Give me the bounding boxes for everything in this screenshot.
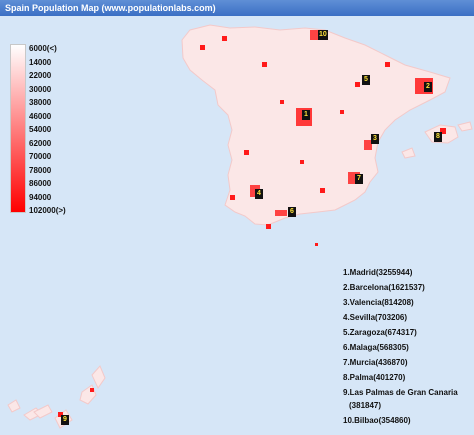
city-list-item: 1.Madrid(3255944) [343,268,413,277]
legend-label: 62000 [29,138,52,148]
ibiza-island [401,147,416,159]
city-marker-murcia[interactable]: 7 [355,174,363,184]
city-marker-bilbao[interactable]: 10 [318,30,328,40]
city-list-item: 2.Barcelona(1621537) [343,283,425,292]
city-list-item: 6.Malaga(568305) [343,343,409,352]
legend-label: 94000 [29,192,52,202]
hotspot [320,188,325,193]
city-marker-madrid[interactable]: 1 [302,110,310,120]
canary-island-6 [91,365,106,389]
hotspot [244,150,249,155]
hotspot [340,110,344,114]
city-list-item: 7.Murcia(436870) [343,358,408,367]
hotspot [385,62,390,67]
legend-label: 102000(>) [29,206,66,215]
city-marker-valencia[interactable]: 3 [371,134,379,144]
city-list-item: 3.Valencia(814208) [343,298,414,307]
mainland-spain [181,24,451,226]
city-list-item: 5.Zaragoza(674317) [343,328,417,337]
hotspot [262,62,267,67]
legend-label: 38000 [29,98,52,107]
city-list-item-continued: (381847) [349,401,382,410]
city-marker-malaga[interactable]: 6 [288,207,296,217]
city-marker-las-palmas[interactable]: 9 [61,415,69,425]
city-marker-sevilla[interactable]: 4 [255,189,263,199]
hotspot [90,388,94,392]
menorca-island [457,121,473,132]
canary-island-5 [79,384,97,405]
city-marker-barcelona[interactable]: 2 [424,82,432,92]
hotspot [266,224,271,229]
canary-island-1 [7,399,21,413]
population-map [7,24,473,429]
legend-color-scale [10,44,26,213]
legend-label: 30000 [29,84,52,94]
legend-label: 6000(<) [29,44,57,53]
legend-label: 46000 [29,111,52,121]
city-list-item: 8.Palma(401270) [343,373,406,382]
map-frame: Spain Population Map (www.populationlabs… [0,0,474,435]
city-list-item: 9.Las Palmas de Gran Canaria [343,388,458,397]
hotspot [315,243,318,246]
city-list-item: 4.Sevilla(703206) [343,313,408,322]
legend-label: 70000 [29,152,52,161]
legend-label: 86000 [29,179,52,188]
hotspot [230,195,235,200]
city-marker-palma[interactable]: 8 [434,132,442,142]
legend-label: 78000 [29,165,52,175]
hotspot [300,160,304,164]
hotspot [200,45,205,50]
legend-label: 14000 [29,57,52,67]
malaga-hotspot [275,210,287,216]
legend-label: 22000 [29,71,52,80]
legend-label: 54000 [29,125,52,134]
hotspot [222,36,227,41]
city-marker-zaragoza[interactable]: 5 [362,75,370,85]
hotspot [280,100,284,104]
hotspot [355,82,360,87]
city-list-item: 10.Bilbao(354860) [343,416,411,425]
